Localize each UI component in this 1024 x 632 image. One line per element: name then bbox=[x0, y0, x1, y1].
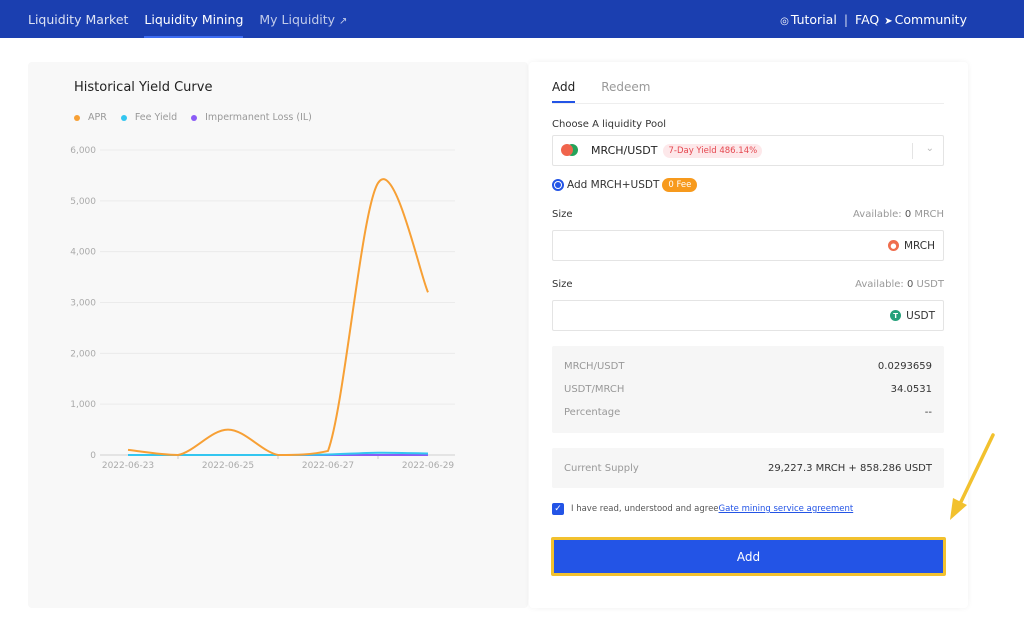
available-amount: 0 bbox=[906, 279, 914, 290]
available-prefix: Available: bbox=[855, 279, 904, 290]
yield-chart[interactable]: 0 1,000 2,000 3,000 4,000 5,000 6,000 2022-06-2… bbox=[28, 62, 528, 608]
tab-add[interactable]: Add bbox=[552, 80, 576, 103]
info-key: Percentage bbox=[564, 407, 621, 418]
nav-my-liquidity[interactable]: My Liquidity ↗ bbox=[259, 12, 349, 27]
supply-key: Current Supply bbox=[564, 462, 639, 474]
nav-liquidity-mining[interactable]: Liquidity Mining bbox=[144, 12, 243, 38]
info-value: 34.0531 bbox=[890, 384, 932, 395]
nav-faq[interactable]: FAQ bbox=[855, 12, 879, 27]
info-key: MRCH/USDT bbox=[564, 361, 625, 372]
x-tick-label: 2022-06-27 bbox=[302, 461, 354, 471]
available-prefix: Available: bbox=[853, 209, 902, 220]
agreement-checkbox[interactable]: ✓ bbox=[552, 503, 564, 515]
nav-community-label: Community bbox=[894, 11, 967, 27]
info-value: -- bbox=[924, 407, 932, 418]
info-key: USDT/MRCH bbox=[564, 384, 625, 395]
nav-my-liquidity-label: My Liquidity bbox=[259, 11, 336, 27]
pool-pair-icon bbox=[561, 143, 578, 158]
price-info-box: MRCH/USDT 0.0293659 USDT/MRCH 34.0531 Perc… bbox=[552, 346, 944, 433]
available-mrch: Available: 0 MRCH bbox=[853, 209, 944, 220]
y-tick-label: 1,000 bbox=[70, 400, 96, 410]
nav-right: ◎ Tutorial | FAQ ➤ Community bbox=[780, 0, 967, 38]
nav-liquidity-market[interactable]: Liquidity Market bbox=[28, 12, 128, 27]
y-tick-label: 4,000 bbox=[70, 248, 96, 258]
x-tick-label: 2022-06-23 bbox=[102, 461, 154, 471]
y-tick-label: 5,000 bbox=[70, 197, 96, 207]
info-row: Percentage -- bbox=[552, 401, 944, 424]
x-tick-label: 2022-06-29 bbox=[402, 461, 455, 471]
nav-tutorial[interactable]: ◎ Tutorial bbox=[780, 12, 837, 27]
agreement-row: ✓ I have read, understood and agree Gate … bbox=[552, 503, 853, 515]
nav-left: Liquidity Market Liquidity Mining My Liq… bbox=[28, 0, 349, 38]
size-label-usdt: Size bbox=[552, 279, 573, 290]
y-tick-label: 2,000 bbox=[70, 349, 96, 359]
available-amount: 0 bbox=[904, 209, 912, 220]
nav-tutorial-label: Tutorial bbox=[790, 11, 837, 27]
supply-row: Current Supply 29,227.3 MRCH + 858.286 US… bbox=[552, 457, 944, 480]
add-mode-radio[interactable]: Add MRCH+USDT 0 Fee bbox=[552, 178, 698, 192]
mrch-token-label: MRCH bbox=[903, 239, 935, 252]
select-divider bbox=[912, 143, 913, 159]
agreement-text: I have read, understood and agree bbox=[571, 504, 719, 514]
play-circle-icon: ◎ bbox=[780, 15, 789, 27]
available-token: MRCH bbox=[914, 209, 944, 220]
info-row: USDT/MRCH 34.0531 bbox=[552, 378, 944, 401]
pool-label: Choose A liquidity Pool bbox=[552, 119, 666, 130]
nav-separator: | bbox=[843, 11, 849, 27]
external-link-icon: ↗ bbox=[339, 15, 348, 27]
liquidity-form-panel: Add Redeem Choose A liquidity Pool MRCH/… bbox=[529, 62, 968, 608]
size-label-mrch: Size bbox=[552, 209, 573, 220]
y-tick-label: 6,000 bbox=[70, 146, 96, 156]
available-usdt: Available: 0 USDT bbox=[855, 279, 944, 290]
series-line-apr bbox=[127, 178, 429, 457]
y-tick-label: 3,000 bbox=[70, 299, 96, 309]
add-button[interactable]: Add bbox=[551, 537, 946, 576]
form-tabs: Add Redeem bbox=[552, 80, 944, 104]
supply-box: Current Supply 29,227.3 MRCH + 858.286 US… bbox=[552, 448, 944, 488]
yield-chart-panel: Historical Yield Curve APR Fee Yield Imp… bbox=[28, 62, 528, 608]
supply-value: 29,227.3 MRCH + 858.286 USDT bbox=[767, 462, 932, 474]
yield-badge: 7-Day Yield 486.14% bbox=[663, 143, 763, 158]
pool-value: MRCH/USDT bbox=[591, 144, 658, 157]
usdt-token-icon: T bbox=[890, 310, 902, 321]
x-tick-label: 2022-06-25 bbox=[202, 461, 254, 471]
y-tick-label: 0 bbox=[90, 451, 96, 461]
available-token: USDT bbox=[916, 279, 944, 290]
mrch-amount-input[interactable]: ● MRCH bbox=[552, 230, 944, 261]
agreement-link[interactable]: Gate mining service agreement bbox=[719, 504, 854, 514]
radio-selected-icon bbox=[552, 179, 564, 191]
usdt-amount-input[interactable]: T USDT bbox=[552, 300, 944, 331]
fee-badge: 0 Fee bbox=[662, 178, 698, 192]
tab-redeem[interactable]: Redeem bbox=[601, 80, 650, 103]
usdt-token-label: USDT bbox=[906, 309, 935, 322]
telegram-icon: ➤ bbox=[884, 15, 893, 27]
mrch-token-icon: ● bbox=[887, 240, 899, 251]
info-value: 0.0293659 bbox=[877, 361, 932, 372]
radio-label: Add MRCH+USDT bbox=[567, 179, 660, 191]
top-nav-bar: Liquidity Market Liquidity Mining My Liq… bbox=[0, 0, 1024, 38]
nav-community[interactable]: ➤ Community bbox=[884, 12, 967, 27]
annotation-arrow-icon bbox=[950, 433, 995, 520]
chevron-down-icon: ⌄ bbox=[925, 143, 934, 154]
pool-select[interactable]: MRCH/USDT 7-Day Yield 486.14% ⌄ bbox=[552, 135, 944, 166]
info-row: MRCH/USDT 0.0293659 bbox=[552, 355, 944, 378]
